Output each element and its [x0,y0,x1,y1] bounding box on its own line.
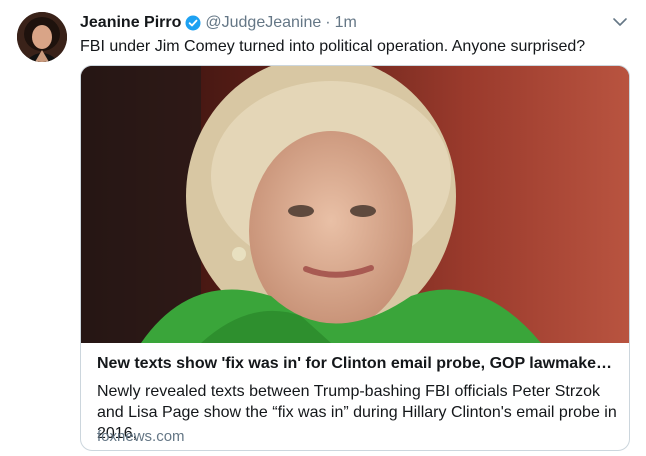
tweet-text: FBI under Jim Comey turned into politica… [80,38,586,55]
chevron-down-icon[interactable] [612,14,628,30]
card-title[interactable]: New texts show 'fix was in' for Clinton … [97,355,617,373]
avatar[interactable] [17,12,67,62]
separator: · [325,14,331,31]
card-image[interactable] [81,66,629,343]
tweet[interactable]: Jeanine Pirro @JudgeJeanine · 1m FBI und… [0,0,646,456]
user-handle[interactable]: @JudgeJeanine [205,14,321,32]
display-name[interactable]: Jeanine Pirro [80,14,181,32]
verified-badge-icon [185,15,201,31]
card-domain[interactable]: foxnews.com [97,428,185,445]
link-card[interactable]: New texts show 'fix was in' for Clinton … [80,65,630,451]
timestamp[interactable]: 1m [335,14,357,32]
tweet-header: Jeanine Pirro @JudgeJeanine · 1m [80,12,357,34]
